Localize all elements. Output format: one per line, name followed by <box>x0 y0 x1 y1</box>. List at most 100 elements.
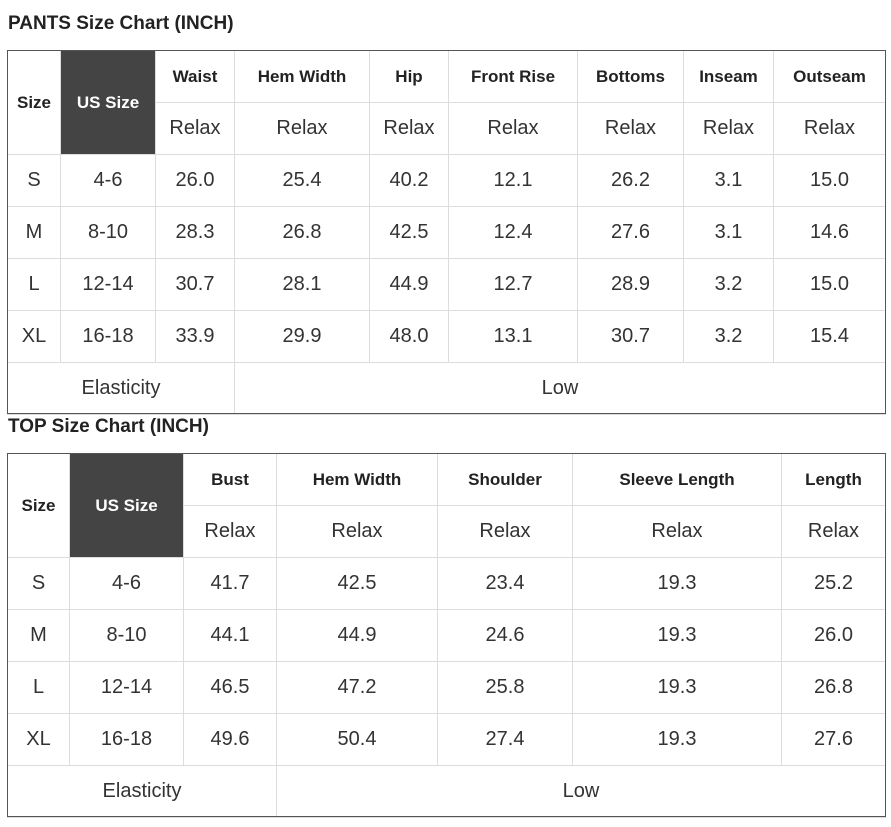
us-size-cell: 12-14 <box>69 661 184 714</box>
value-cell: 27.6 <box>781 713 886 766</box>
value-cell: 15.0 <box>773 154 886 207</box>
size-cell: XL <box>7 310 61 363</box>
value-cell: 25.8 <box>437 661 573 714</box>
elasticity-value: Low <box>234 362 886 415</box>
elasticity-value: Low <box>276 765 886 818</box>
value-cell: 46.5 <box>183 661 277 714</box>
value-cell: 27.4 <box>437 713 573 766</box>
pants-size-table: Size US Size Waist Hem Width Hip Front R… <box>7 50 886 415</box>
value-cell: 41.7 <box>183 557 277 610</box>
pants-chart-title: PANTS Size Chart (INCH) <box>8 13 234 34</box>
table-row: S 4-6 41.7 42.5 23.4 19.3 25.2 <box>7 557 886 610</box>
value-cell: 12.7 <box>448 258 578 311</box>
table-row: M 8-10 44.1 44.9 24.6 19.3 26.0 <box>7 609 886 662</box>
value-cell: 13.1 <box>448 310 578 363</box>
pants-sublabel: Relax <box>773 102 886 155</box>
pants-col-front-rise: Front Rise <box>448 50 578 103</box>
top-col-shoulder: Shoulder <box>437 453 573 506</box>
value-cell: 3.1 <box>683 206 774 259</box>
size-cell: S <box>7 154 61 207</box>
pants-sublabel: Relax <box>683 102 774 155</box>
value-cell: 23.4 <box>437 557 573 610</box>
size-cell: XL <box>7 713 70 766</box>
size-cell: M <box>7 206 61 259</box>
value-cell: 26.0 <box>155 154 235 207</box>
elasticity-label: Elasticity <box>7 765 277 818</box>
value-cell: 26.2 <box>577 154 684 207</box>
top-size-table: Size US Size Bust Hem Width Shoulder Sle… <box>7 453 886 818</box>
value-cell: 25.2 <box>781 557 886 610</box>
top-col-length: Length <box>781 453 886 506</box>
pants-col-bottoms: Bottoms <box>577 50 684 103</box>
pants-elasticity-row: Elasticity Low <box>7 362 886 415</box>
value-cell: 15.4 <box>773 310 886 363</box>
value-cell: 25.4 <box>234 154 370 207</box>
value-cell: 12.4 <box>448 206 578 259</box>
us-size-cell: 8-10 <box>60 206 156 259</box>
value-cell: 19.3 <box>572 713 782 766</box>
value-cell: 29.9 <box>234 310 370 363</box>
value-cell: 26.8 <box>234 206 370 259</box>
value-cell: 30.7 <box>155 258 235 311</box>
top-elasticity-row: Elasticity Low <box>7 765 886 818</box>
value-cell: 15.0 <box>773 258 886 311</box>
value-cell: 28.3 <box>155 206 235 259</box>
pants-sublabel: Relax <box>448 102 578 155</box>
table-row: XL 16-18 49.6 50.4 27.4 19.3 27.6 <box>7 713 886 766</box>
pants-header-row: Size US Size Waist Hem Width Hip Front R… <box>7 50 886 155</box>
us-size-cell: 4-6 <box>69 557 184 610</box>
value-cell: 26.8 <box>781 661 886 714</box>
value-cell: 48.0 <box>369 310 449 363</box>
pants-col-outseam: Outseam <box>773 50 886 103</box>
top-header-row: Size US Size Bust Hem Width Shoulder Sle… <box>7 453 886 558</box>
elasticity-label: Elasticity <box>7 362 235 415</box>
value-cell: 3.2 <box>683 310 774 363</box>
value-cell: 27.6 <box>577 206 684 259</box>
pants-sublabel: Relax <box>369 102 449 155</box>
table-row: XL 16-18 33.9 29.9 48.0 13.1 30.7 3.2 15… <box>7 310 886 363</box>
top-sublabel: Relax <box>183 505 277 558</box>
top-sublabel: Relax <box>437 505 573 558</box>
top-col-sleeve-length: Sleeve Length <box>572 453 782 506</box>
pants-size-header: Size <box>7 50 61 155</box>
top-us-size-header: US Size <box>69 453 184 558</box>
top-sublabel: Relax <box>572 505 782 558</box>
us-size-cell: 8-10 <box>69 609 184 662</box>
top-size-header: Size <box>7 453 70 558</box>
pants-col-waist: Waist <box>155 50 235 103</box>
table-row: S 4-6 26.0 25.4 40.2 12.1 26.2 3.1 15.0 <box>7 154 886 207</box>
table-row: L 12-14 30.7 28.1 44.9 12.7 28.9 3.2 15.… <box>7 258 886 311</box>
value-cell: 28.1 <box>234 258 370 311</box>
value-cell: 44.9 <box>369 258 449 311</box>
us-size-cell: 12-14 <box>60 258 156 311</box>
size-cell: L <box>7 661 70 714</box>
size-cell: L <box>7 258 61 311</box>
top-sublabel: Relax <box>276 505 438 558</box>
value-cell: 19.3 <box>572 661 782 714</box>
us-size-cell: 16-18 <box>60 310 156 363</box>
value-cell: 12.1 <box>448 154 578 207</box>
table-row: M 8-10 28.3 26.8 42.5 12.4 27.6 3.1 14.6 <box>7 206 886 259</box>
value-cell: 14.6 <box>773 206 886 259</box>
us-size-cell: 16-18 <box>69 713 184 766</box>
value-cell: 50.4 <box>276 713 438 766</box>
value-cell: 3.2 <box>683 258 774 311</box>
value-cell: 30.7 <box>577 310 684 363</box>
value-cell: 47.2 <box>276 661 438 714</box>
value-cell: 42.5 <box>369 206 449 259</box>
pants-col-hem-width: Hem Width <box>234 50 370 103</box>
value-cell: 24.6 <box>437 609 573 662</box>
value-cell: 33.9 <box>155 310 235 363</box>
value-cell: 19.3 <box>572 609 782 662</box>
pants-sublabel: Relax <box>577 102 684 155</box>
pants-col-inseam: Inseam <box>683 50 774 103</box>
pants-col-hip: Hip <box>369 50 449 103</box>
value-cell: 3.1 <box>683 154 774 207</box>
table-row: L 12-14 46.5 47.2 25.8 19.3 26.8 <box>7 661 886 714</box>
size-cell: S <box>7 557 70 610</box>
us-size-cell: 4-6 <box>60 154 156 207</box>
value-cell: 44.9 <box>276 609 438 662</box>
value-cell: 28.9 <box>577 258 684 311</box>
value-cell: 49.6 <box>183 713 277 766</box>
value-cell: 40.2 <box>369 154 449 207</box>
